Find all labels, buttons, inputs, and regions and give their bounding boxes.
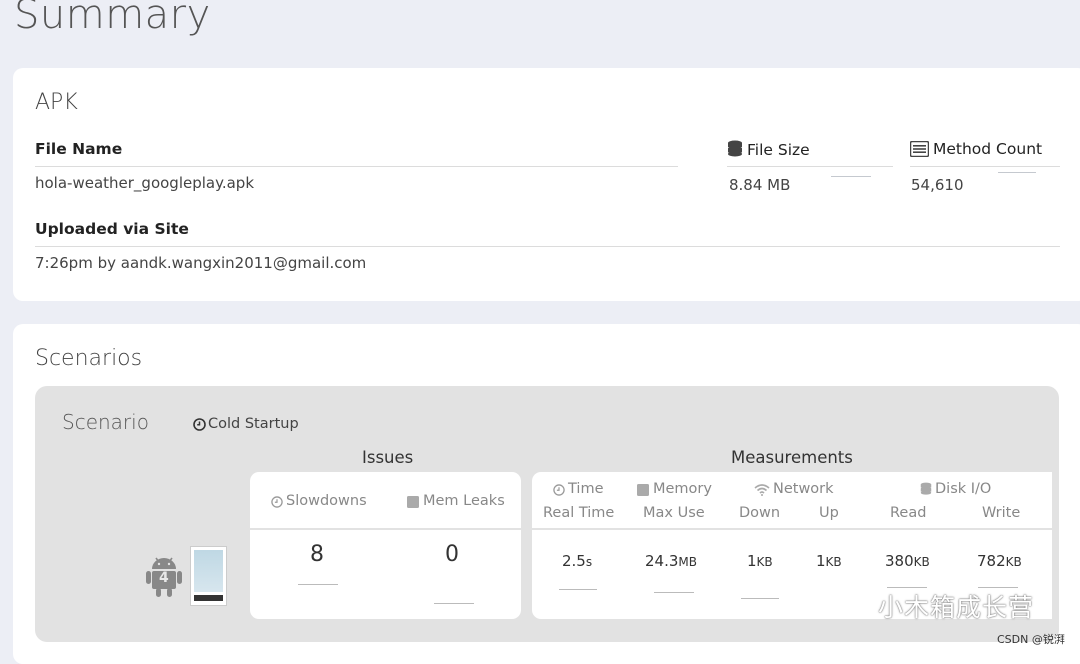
wifi-icon xyxy=(754,481,773,497)
measurements-title: Measurements xyxy=(731,448,853,467)
memory-label: Memory xyxy=(653,481,712,497)
scribble xyxy=(654,592,694,593)
memory-icon xyxy=(407,493,423,509)
file-name-label: File Name xyxy=(35,140,123,158)
write-label: Write xyxy=(982,505,1021,521)
android-icon: 4 xyxy=(145,554,183,602)
divider xyxy=(727,166,893,167)
real-time-label: Real Time xyxy=(543,505,615,521)
down-value: 1KB xyxy=(747,552,773,570)
uploaded-value: 7:26pm by aandk.wangxin2011@gmail.com xyxy=(35,254,367,272)
database-icon xyxy=(727,140,747,159)
file-size-value: 8.84 MB xyxy=(729,176,791,194)
wechat-icon xyxy=(838,593,878,622)
up-label: Up xyxy=(819,505,839,521)
memory-header: Memory xyxy=(637,481,712,497)
clock-icon xyxy=(553,481,568,497)
method-count-label: Method Count xyxy=(933,140,1043,158)
scribble xyxy=(741,598,779,599)
issues-title: Issues xyxy=(362,448,414,467)
file-size-label: File Size xyxy=(747,141,810,159)
watermark-credit: CSDN @锐湃 xyxy=(997,633,1065,646)
scenario-name: Cold Startup xyxy=(193,416,299,432)
scenario-label: Scenario xyxy=(62,410,149,434)
max-use-value: 24.3MB xyxy=(645,552,697,570)
clock-icon xyxy=(271,493,286,509)
divider xyxy=(35,166,678,167)
network-label: Network xyxy=(773,481,834,497)
scribble xyxy=(831,176,871,177)
scenario-name-text: Cold Startup xyxy=(208,416,299,432)
down-label: Down xyxy=(739,505,781,521)
page-title: Summary xyxy=(14,0,211,38)
database-icon xyxy=(920,481,935,497)
read-value: 380KB xyxy=(885,552,930,570)
issues-card: Slowdowns Mem Leaks 8 0 xyxy=(250,472,521,619)
mem-leaks-label: Mem Leaks xyxy=(423,493,505,509)
divider xyxy=(910,166,1060,167)
slowdowns-count[interactable]: 8 xyxy=(310,542,324,567)
method-count-value: 54,610 xyxy=(911,176,964,194)
apk-heading: APK xyxy=(35,90,78,115)
file-size-header: File Size xyxy=(727,140,810,159)
network-header: Network xyxy=(754,481,834,497)
apk-card: APK File Name hola-weather_googleplay.ap… xyxy=(13,68,1080,301)
real-time-value: 2.5s xyxy=(562,552,593,570)
device-api-badge: 4 xyxy=(159,570,169,586)
scribble xyxy=(298,584,338,585)
watermark-text: 小木箱成长营 xyxy=(878,593,1035,622)
file-name-value: hola-weather_googleplay.apk xyxy=(35,174,255,192)
max-use-label: Max Use xyxy=(643,505,705,521)
up-value: 1KB xyxy=(816,552,842,570)
scenarios-heading: Scenarios xyxy=(35,346,143,371)
method-count-header: Method Count xyxy=(910,140,1042,158)
time-header: Time xyxy=(553,481,604,497)
scribble xyxy=(434,603,474,604)
mem-leaks-count[interactable]: 0 xyxy=(445,542,459,567)
time-label: Time xyxy=(568,481,604,497)
slowdowns-label: Slowdowns xyxy=(286,493,367,509)
memory-icon xyxy=(637,481,653,497)
scribble xyxy=(559,589,597,590)
divider xyxy=(250,528,521,530)
watermark: 小木箱成长营 xyxy=(838,588,1034,624)
disk-io-header: Disk I/O xyxy=(920,481,991,497)
divider xyxy=(532,528,1052,530)
read-label: Read xyxy=(890,505,927,521)
divider xyxy=(35,246,1060,247)
uploaded-label: Uploaded via Site xyxy=(35,220,189,238)
list-icon xyxy=(910,140,933,158)
write-value: 782KB xyxy=(977,552,1022,570)
scribble xyxy=(998,172,1036,173)
device-screenshot-thumbnail[interactable] xyxy=(190,546,227,606)
disk-io-label: Disk I/O xyxy=(935,481,992,497)
clock-icon xyxy=(193,416,208,432)
mem-leaks-header: Mem Leaks xyxy=(407,493,505,509)
slowdowns-header: Slowdowns xyxy=(271,493,367,509)
